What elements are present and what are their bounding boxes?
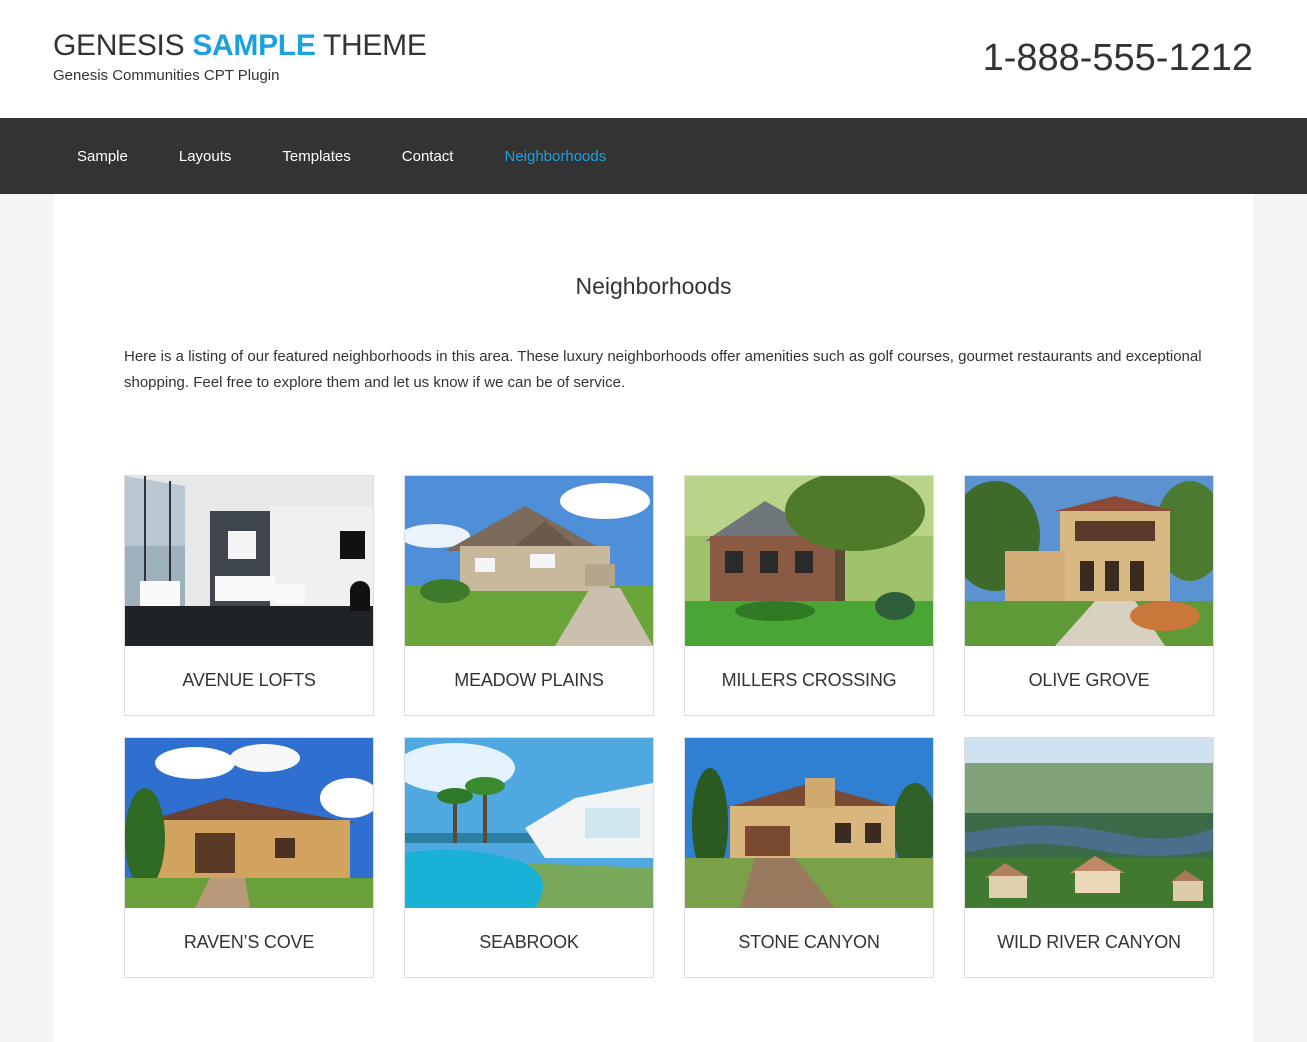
nav-item-contact[interactable]: Contact (402, 148, 454, 165)
neighborhood-image[interactable] (405, 738, 653, 908)
header-phone[interactable]: 1-888-555-1212 (983, 35, 1253, 81)
neighborhood-image[interactable] (965, 476, 1213, 646)
page-title: Neighborhoods (575, 273, 732, 299)
neighborhood-card-millers-crossing[interactable]: MILLERS CROSSING (684, 475, 934, 716)
primary-nav: Sample Layouts Templates Contact Neighbo… (0, 118, 1307, 194)
site-tagline: Genesis Communities CPT Plugin (53, 67, 280, 84)
neighborhood-image[interactable] (125, 738, 373, 908)
neighborhood-name[interactable]: RAVEN’S COVE (125, 908, 373, 977)
neighborhood-card-olive-grove[interactable]: OLIVE GROVE (964, 475, 1214, 716)
main-content: Neighborhoods Here is a listing of our f… (54, 194, 1253, 1042)
site-title-part1: GENESIS (53, 29, 193, 62)
neighborhood-name[interactable]: AVENUE LOFTS (125, 646, 373, 715)
nav-menu: Sample Layouts Templates Contact Neighbo… (77, 118, 657, 194)
neighborhood-card-avenue-lofts[interactable]: AVENUE LOFTS (124, 475, 374, 716)
neighborhood-image[interactable] (125, 476, 373, 646)
nav-item-neighborhoods[interactable]: Neighborhoods (504, 148, 606, 165)
nav-item-layouts[interactable]: Layouts (179, 148, 232, 165)
neighborhood-card-seabrook[interactable]: SEABROOK (404, 737, 654, 978)
neighborhood-image[interactable] (965, 738, 1213, 908)
neighborhood-card-stone-canyon[interactable]: STONE CANYON (684, 737, 934, 978)
nav-item-sample[interactable]: Sample (77, 148, 128, 165)
neighborhood-card-wild-river-canyon[interactable]: WILD RIVER CANYON (964, 737, 1214, 978)
nav-item-templates[interactable]: Templates (282, 148, 350, 165)
site-title[interactable]: GENESIS SAMPLE THEME (53, 28, 427, 64)
neighborhood-card-ravens-cove[interactable]: RAVEN’S COVE (124, 737, 374, 978)
neighborhood-card-meadow-plains[interactable]: MEADOW PLAINS (404, 475, 654, 716)
neighborhood-image[interactable] (685, 738, 933, 908)
neighborhood-name[interactable]: STONE CANYON (685, 908, 933, 977)
site-header: GENESIS SAMPLE THEME Genesis Communities… (0, 0, 1307, 118)
neighborhood-name[interactable]: WILD RIVER CANYON (965, 908, 1213, 977)
neighborhood-image[interactable] (685, 476, 933, 646)
site-title-highlight: SAMPLE (192, 29, 316, 62)
neighborhood-name[interactable]: MEADOW PLAINS (405, 646, 653, 715)
neighborhood-name[interactable]: OLIVE GROVE (965, 646, 1213, 715)
neighborhood-name[interactable]: SEABROOK (405, 908, 653, 977)
site-title-part2: THEME (315, 29, 427, 62)
intro-text: Here is a listing of our featured neighb… (124, 348, 1202, 391)
neighborhood-name[interactable]: MILLERS CROSSING (685, 646, 933, 715)
neighborhood-image[interactable] (405, 476, 653, 646)
